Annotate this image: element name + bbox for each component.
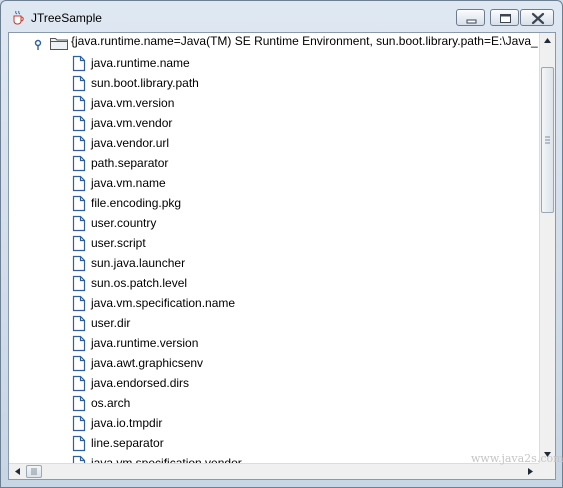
tree-leaf-label: java.vm.specification.vendor <box>91 456 242 463</box>
tree-leaf-label: java.vendor.url <box>91 136 170 150</box>
document-icon <box>72 75 86 92</box>
tree-leaf-node[interactable]: java.runtime.name <box>9 53 509 73</box>
horizontal-scrollbar[interactable] <box>9 463 539 479</box>
tree-leaf-label: user.country <box>91 216 157 230</box>
tree-viewport: {java.runtime.name=Java(TM) SE Runtime E… <box>9 33 539 463</box>
title-bar[interactable]: JTreeSample <box>1 1 562 34</box>
tree-leaf-node[interactable]: java.vm.version <box>9 93 509 113</box>
expanded-handle-icon[interactable] <box>33 36 43 50</box>
close-button[interactable] <box>520 9 554 26</box>
maximize-button[interactable] <box>490 9 519 26</box>
tree-leaf-label: sun.os.patch.level <box>91 276 188 290</box>
tree-leaf-label: sun.java.launcher <box>91 256 186 270</box>
document-icon <box>72 315 86 332</box>
tree-leaf-node[interactable]: line.separator <box>9 433 509 453</box>
watermark-text: www.java2s.com <box>471 452 563 465</box>
tree-leaf-label: user.dir <box>91 316 131 330</box>
document-icon <box>72 275 86 292</box>
document-icon <box>72 95 86 112</box>
tree-leaf-node[interactable]: java.vendor.url <box>9 133 509 153</box>
scroll-up-arrow-icon[interactable] <box>540 33 555 48</box>
tree-leaf-label: os.arch <box>91 396 131 410</box>
tree-leaf-label: java.awt.graphicsenv <box>91 356 204 370</box>
tree-leaf-label: sun.boot.library.path <box>91 76 199 90</box>
tree-leaf-label: line.separator <box>91 436 164 450</box>
tree-leaf-node[interactable]: os.arch <box>9 393 509 413</box>
tree-leaf-node[interactable]: java.vm.name <box>9 173 509 193</box>
minimize-button[interactable] <box>456 9 485 26</box>
tree-leaf-label: java.endorsed.dirs <box>91 376 190 390</box>
document-icon <box>72 375 86 392</box>
scroll-corner <box>539 463 555 479</box>
tree-leaf-node[interactable]: java.runtime.version <box>9 333 509 353</box>
minimize-icon <box>466 19 477 24</box>
document-icon <box>72 435 86 452</box>
tree-leaf-node[interactable]: java.vm.specification.vendor <box>9 453 509 463</box>
tree-leaf-node[interactable]: java.endorsed.dirs <box>9 373 509 393</box>
tree-leaf-label: user.script <box>91 236 146 250</box>
tree-leaf-node[interactable]: user.script <box>9 233 509 253</box>
tree-leaf-label: java.vm.version <box>91 96 175 110</box>
tree-leaf-node[interactable]: sun.java.launcher <box>9 253 509 273</box>
horizontal-scroll-thumb[interactable] <box>26 465 42 478</box>
scroll-right-arrow-icon[interactable] <box>523 464 538 479</box>
tree-leaf-node[interactable]: path.separator <box>9 153 509 173</box>
tree-leaf-label: java.runtime.name <box>91 56 190 70</box>
folder-icon <box>50 35 68 50</box>
java-cup-icon <box>11 10 25 26</box>
document-icon <box>72 415 86 432</box>
tree-leaf-node[interactable]: sun.boot.library.path <box>9 73 509 93</box>
tree-leaf-node[interactable]: user.dir <box>9 313 509 333</box>
document-icon <box>72 115 86 132</box>
document-icon <box>72 395 86 412</box>
tree-leaf-label: java.io.tmpdir <box>91 416 163 430</box>
scroll-left-arrow-icon[interactable] <box>10 464 25 479</box>
app-window: JTreeSample {java.runtime.name=Java(TM) … <box>0 0 563 488</box>
document-icon <box>72 135 86 152</box>
tree-leaf-node[interactable]: java.awt.graphicsenv <box>9 353 509 373</box>
document-icon <box>72 335 86 352</box>
tree-leaf-node[interactable]: java.vm.specification.name <box>9 293 509 313</box>
close-icon <box>531 12 545 25</box>
document-icon <box>72 255 86 272</box>
document-icon <box>72 455 86 463</box>
document-icon <box>72 235 86 252</box>
vertical-scroll-thumb[interactable] <box>541 67 554 213</box>
document-icon <box>72 55 86 72</box>
document-icon <box>72 215 86 232</box>
document-icon <box>72 155 86 172</box>
tree-leaf-label: java.vm.specification.name <box>91 296 236 310</box>
document-icon <box>72 195 86 212</box>
tree-leaf-node[interactable]: user.country <box>9 213 509 233</box>
document-icon <box>72 175 86 192</box>
tree-leaf-label: path.separator <box>91 156 169 170</box>
tree-children: java.runtime.name sun.boot.library.path … <box>9 53 509 463</box>
vertical-scrollbar[interactable] <box>539 33 555 463</box>
tree-leaf-label: file.encoding.pkg <box>91 196 182 210</box>
tree-leaf-label: java.runtime.version <box>91 336 199 350</box>
tree-leaf-node[interactable]: file.encoding.pkg <box>9 193 509 213</box>
tree-scroll-pane: {java.runtime.name=Java(TM) SE Runtime E… <box>8 32 556 480</box>
maximize-icon <box>500 14 511 23</box>
tree-leaf-node[interactable]: java.vm.vendor <box>9 113 509 133</box>
window-title: JTreeSample <box>31 11 102 25</box>
tree-leaf-node[interactable]: sun.os.patch.level <box>9 273 509 293</box>
tree-leaf-node[interactable]: java.io.tmpdir <box>9 413 509 433</box>
document-icon <box>72 295 86 312</box>
tree-leaf-label: java.vm.name <box>91 176 166 190</box>
tree-leaf-label: java.vm.vendor <box>91 116 173 130</box>
tree-root-label: {java.runtime.name=Java(TM) SE Runtime E… <box>71 34 538 48</box>
document-icon <box>72 355 86 372</box>
